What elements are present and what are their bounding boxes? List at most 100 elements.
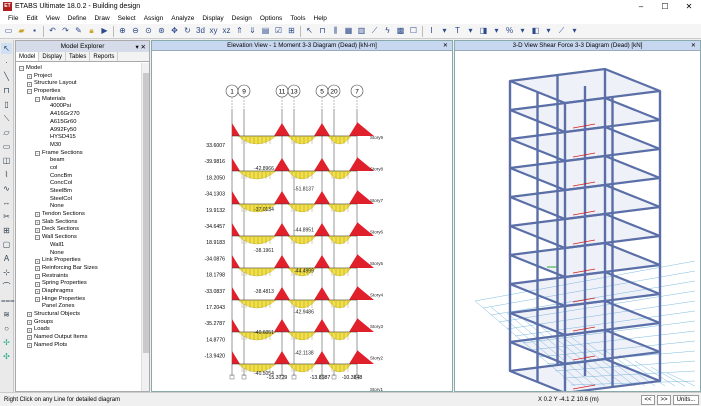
3d-model-canvas[interactable]	[455, 51, 700, 395]
tree-item[interactable]: + Loads	[16, 326, 141, 334]
tree-item[interactable]: col	[16, 165, 141, 173]
tree-item[interactable]: + Slab Sections	[16, 219, 141, 227]
tree-item[interactable]: A615Gr60	[16, 119, 141, 127]
select-box-icon[interactable]: ☐	[409, 26, 419, 36]
draw-point-icon[interactable]: ⊹	[1, 267, 12, 278]
draw-spring-icon[interactable]: ≋	[1, 309, 12, 320]
rotate-icon[interactable]: ↻	[183, 26, 193, 36]
expand-icon[interactable]: +	[35, 258, 40, 264]
collapse-icon[interactable]: −	[35, 150, 40, 156]
tree-item[interactable]: − Frame Sections	[16, 150, 141, 158]
menu-analyze[interactable]: Analyze	[167, 13, 198, 24]
expand-icon[interactable]: +	[27, 343, 32, 349]
collapse-icon[interactable]: −	[35, 97, 40, 103]
pencil-icon[interactable]: ✎	[74, 26, 84, 36]
tree-item[interactable]: SteelCol	[16, 196, 141, 204]
menu-help[interactable]: Help	[310, 13, 331, 24]
close-icon[interactable]: ✕	[141, 44, 146, 51]
moment-diagram-canvas[interactable]: 1 9 11 13 5 20 7 33.6007 -39.9816 18.2050 -34.1303…	[152, 51, 452, 392]
tree-item[interactable]: + Link Properties	[16, 257, 141, 265]
tree-item[interactable]: + Restraints	[16, 273, 141, 281]
section-icon[interactable]: ◨	[479, 26, 489, 36]
draw-wall-icon[interactable]: ▭	[1, 141, 12, 152]
draw-brace-icon[interactable]: ⟍	[1, 113, 12, 124]
elevation-view-icon[interactable]: xz	[222, 26, 232, 36]
dropdown-icon[interactable]: ▾	[466, 26, 476, 36]
dropdown-icon[interactable]: ▾	[544, 26, 554, 36]
open-folder-icon[interactable]: ▰	[17, 26, 27, 36]
zoom-in-icon[interactable]: ⊕	[118, 26, 128, 36]
tree-item[interactable]: + Groups	[16, 319, 141, 327]
pointer-icon[interactable]: ↖	[1, 43, 12, 54]
tree-item[interactable]: − Model	[16, 65, 141, 73]
pan-icon[interactable]: ✥	[170, 26, 180, 36]
tree-item[interactable]: SteelBm	[16, 188, 141, 196]
cursor-icon[interactable]: ↖	[305, 26, 315, 36]
expand-icon[interactable]: +	[27, 327, 32, 333]
tree-item[interactable]: A416Gr270	[16, 111, 141, 119]
draw-grid-icon[interactable]: ⊞	[1, 225, 12, 236]
close-icon[interactable]: ✕	[443, 41, 448, 51]
draw-slab-icon[interactable]: ▱	[1, 127, 12, 138]
beam-icon[interactable]: ▦	[344, 26, 354, 36]
menu-view[interactable]: View	[42, 13, 64, 24]
expand-icon[interactable]: +	[27, 320, 32, 326]
expand-icon[interactable]: +	[35, 220, 40, 226]
save-icon[interactable]: ▪	[30, 26, 40, 36]
plan-view-icon[interactable]: xy	[209, 26, 219, 36]
close-icon[interactable]: ✕	[691, 41, 696, 51]
previous-button[interactable]: <<	[641, 394, 655, 405]
tree-item[interactable]: + Tendon Sections	[16, 211, 141, 219]
expand-icon[interactable]: +	[35, 281, 40, 287]
mesh-icon[interactable]: ▩	[396, 26, 406, 36]
next-button[interactable]: >>	[657, 394, 671, 405]
tree-item[interactable]: − Properties	[16, 88, 141, 96]
tree-item[interactable]: M30	[16, 142, 141, 150]
tree-item[interactable]: Panel Zones	[16, 303, 141, 311]
tree-item[interactable]: 4000Psi	[16, 103, 141, 111]
undo-icon[interactable]: ↶	[48, 26, 58, 36]
zoom-window-icon[interactable]: ⊙	[144, 26, 154, 36]
run-icon[interactable]: ▶	[100, 26, 110, 36]
elevation-view-window[interactable]: Elevation View - 1 Moment 3-3 Diagram (D…	[151, 40, 453, 392]
menu-tools[interactable]: Tools	[286, 13, 309, 24]
tree-scrollbar[interactable]	[141, 63, 149, 391]
expand-icon[interactable]: +	[35, 273, 40, 279]
tab-tables[interactable]: Tables	[66, 52, 91, 61]
tree-item[interactable]: + Named Plots	[16, 342, 141, 350]
draw-joint-icon[interactable]: ·	[1, 57, 12, 68]
3d-view-window[interactable]: 3-D View Shear Force 3-3 Diagram (Dead) …	[454, 40, 701, 395]
pin-icon[interactable]: ▾	[135, 44, 138, 51]
check-icon[interactable]: ☑	[274, 26, 284, 36]
tree-item[interactable]: + Named Output Items	[16, 334, 141, 342]
draw-link-icon[interactable]: ⌇	[1, 169, 12, 180]
draw-text-icon[interactable]: A	[1, 253, 12, 264]
draw-stair-icon[interactable]: ⩶	[1, 295, 15, 306]
expand-icon[interactable]: +	[27, 74, 32, 80]
expand-icon[interactable]: +	[35, 212, 40, 218]
draw-section-cut-icon[interactable]: ✂	[1, 211, 12, 222]
menu-display[interactable]: Display	[198, 13, 227, 24]
tree-item[interactable]: Wall1	[16, 242, 141, 250]
text-t-icon[interactable]: T	[453, 26, 463, 36]
collapse-icon[interactable]: −	[19, 66, 24, 72]
3d-view-icon[interactable]: 3d	[196, 26, 206, 36]
tree-item[interactable]: − Wall Sections	[16, 234, 141, 242]
wall-icon[interactable]: ▥	[357, 26, 367, 36]
tree-item[interactable]: + Hinge Properties	[16, 296, 141, 304]
tree-item[interactable]: ConcBm	[16, 173, 141, 181]
expand-icon[interactable]: +	[35, 227, 40, 233]
lock-icon[interactable]: 🔒︎	[87, 26, 97, 36]
expand-icon[interactable]: +	[27, 312, 32, 318]
draw-frame-icon[interactable]: ╲	[1, 71, 12, 82]
tree-item[interactable]: None	[16, 203, 141, 211]
text-i-icon[interactable]: I	[427, 26, 437, 36]
menu-draw[interactable]: Draw	[90, 13, 113, 24]
zoom-fit-icon[interactable]: ⊛	[157, 26, 167, 36]
menu-design[interactable]: Design	[228, 13, 256, 24]
column-icon[interactable]: ⫼	[331, 26, 341, 36]
tree-item[interactable]: A992Fy50	[16, 127, 141, 135]
tab-display[interactable]: Display	[39, 52, 67, 61]
tree-item[interactable]: + Diaphragms	[16, 288, 141, 296]
scale-icon[interactable]: %	[505, 26, 515, 36]
